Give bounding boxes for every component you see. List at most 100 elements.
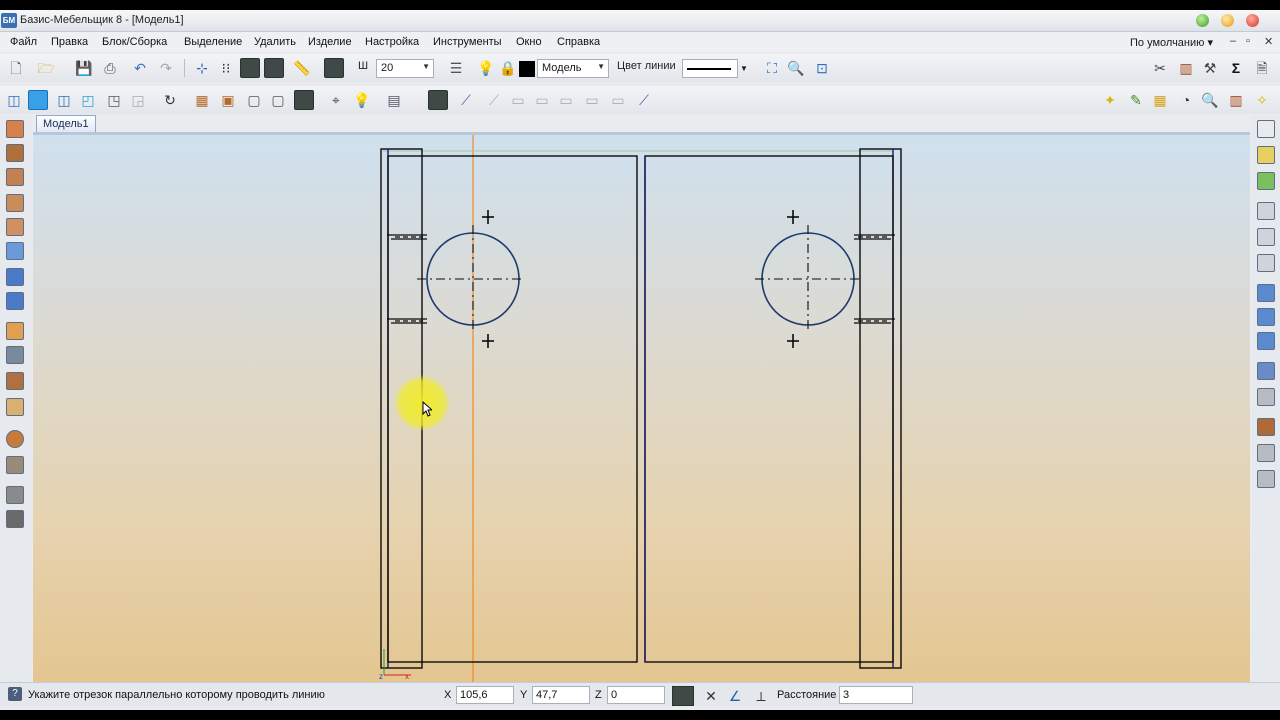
menu-selection[interactable]: Выделение xyxy=(184,36,242,48)
shaded-icon[interactable]: ▣ xyxy=(218,90,238,110)
ortho-mode-button[interactable] xyxy=(240,58,260,78)
display-mode-button[interactable] xyxy=(294,90,314,110)
save-icon[interactable]: 💾 xyxy=(74,58,94,78)
pyramid-icon[interactable] xyxy=(6,456,24,474)
help-icon[interactable]: ? xyxy=(8,687,22,701)
section-5-icon[interactable]: ▭ xyxy=(556,90,576,110)
section-button[interactable] xyxy=(428,90,448,110)
menu-tools[interactable]: Инструменты xyxy=(433,36,502,48)
panel-frontal-icon[interactable] xyxy=(6,168,24,186)
sphere-icon[interactable] xyxy=(6,430,24,448)
revolve-icon[interactable] xyxy=(6,398,24,416)
hole-drill-icon[interactable] xyxy=(1257,202,1275,220)
menu-help[interactable]: Справка xyxy=(557,36,600,48)
panel-free-icon[interactable] xyxy=(6,194,24,212)
distance-input[interactable]: 3 xyxy=(839,686,913,704)
view-front-icon[interactable]: ◫ xyxy=(4,90,24,110)
menu-block-assembly[interactable]: Блок/Сборка xyxy=(102,36,167,48)
menu-window[interactable]: Окно xyxy=(516,36,542,48)
door-icon[interactable] xyxy=(1257,418,1275,436)
menu-settings[interactable]: Настройка xyxy=(365,36,419,48)
section-2-icon[interactable]: ⟋ xyxy=(484,90,504,110)
layer-color-swatch[interactable] xyxy=(519,61,535,77)
extrude-icon[interactable] xyxy=(6,322,24,340)
zoom-fit-icon[interactable]: ⊡ xyxy=(812,58,832,78)
section-8-icon[interactable]: ⟋ xyxy=(634,90,654,110)
tangent-snap-icon[interactable]: ⟂ xyxy=(750,686,772,706)
drawing-viewport[interactable]: x z xyxy=(33,135,1250,688)
angle-snap-icon[interactable]: ∠ xyxy=(724,686,746,706)
bent-panel-icon[interactable] xyxy=(6,218,24,236)
sum-icon[interactable]: Σ xyxy=(1226,58,1246,78)
layers-icon[interactable]: ☰ xyxy=(446,58,466,78)
parallel-snap-button[interactable] xyxy=(672,686,694,706)
section-7-icon[interactable]: ▭ xyxy=(608,90,628,110)
door-3-icon[interactable] xyxy=(1257,470,1275,488)
stack-icon[interactable] xyxy=(6,510,24,528)
minimize-window-button[interactable] xyxy=(1196,14,1209,27)
cutout-icon[interactable] xyxy=(1257,362,1275,380)
edge-band-icon[interactable] xyxy=(6,372,24,390)
lightbulb-icon[interactable]: 💡 xyxy=(476,58,496,78)
line-style-arrow-icon[interactable]: ▼ xyxy=(740,64,748,73)
properties-icon[interactable] xyxy=(1257,120,1275,138)
camera-icon[interactable]: ⌖ xyxy=(326,90,346,110)
zoom-icon[interactable]: 🔍 xyxy=(1200,90,1220,110)
box-wire-icon[interactable]: ▢ xyxy=(268,90,288,110)
intersect-snap-icon[interactable]: ✕ xyxy=(700,686,722,706)
cutout-2-icon[interactable] xyxy=(1257,388,1275,406)
ruler-icon[interactable]: 📏 xyxy=(292,58,312,78)
divide-horizontal-icon[interactable] xyxy=(6,292,24,310)
cabinet-icon[interactable]: ▥ xyxy=(1176,58,1196,78)
menu-file[interactable]: Файл xyxy=(10,36,37,48)
hole-remove-icon[interactable] xyxy=(1257,254,1275,272)
rotate-view-icon[interactable]: ↻ xyxy=(160,90,180,110)
print-icon[interactable]: ⎙ xyxy=(100,58,120,78)
preset-selector[interactable]: По умолчанию ▾ xyxy=(1130,36,1213,49)
view-hidden-icon[interactable]: ◲ xyxy=(128,90,148,110)
step-combo[interactable]: 20 ▼ xyxy=(376,59,434,78)
view-wire-icon[interactable]: ◳ xyxy=(104,90,124,110)
hole-add-icon[interactable] xyxy=(1257,228,1275,246)
view-top-button[interactable] xyxy=(28,90,48,110)
undo-icon[interactable]: ↶ xyxy=(130,58,150,78)
light-icon[interactable]: 💡 xyxy=(352,90,372,110)
edit-icon[interactable]: ✎ xyxy=(1126,90,1146,110)
maximize-window-button[interactable] xyxy=(1221,14,1234,27)
box-icon[interactable]: ▢ xyxy=(244,90,264,110)
layer-combo[interactable]: Модель ▼ xyxy=(537,59,609,78)
accessory-icon[interactable] xyxy=(6,486,24,504)
tab-model1[interactable]: Модель1 xyxy=(36,115,96,133)
menu-delete[interactable]: Удалить xyxy=(254,36,296,48)
right-door-panel[interactable] xyxy=(644,155,894,663)
zoom-extents-icon[interactable]: ⛶ xyxy=(762,58,782,78)
open-folder-icon[interactable]: 🗁 xyxy=(36,58,56,78)
section-plane-icon[interactable]: ⟋ xyxy=(456,90,476,110)
mdi-minimize-button[interactable]: ‒ xyxy=(1230,35,1236,47)
groove-icon[interactable] xyxy=(1257,284,1275,302)
y-coord-input[interactable]: 47,7 xyxy=(532,686,590,704)
menu-edit[interactable]: Правка xyxy=(51,36,88,48)
drawing-canvas[interactable]: x z xyxy=(33,135,1250,688)
panel-horizontal-icon[interactable] xyxy=(6,120,24,138)
right-side-panel[interactable] xyxy=(859,148,902,669)
z-coord-input[interactable]: 0 xyxy=(607,686,665,704)
snap-axes-icon[interactable]: ⊹ xyxy=(192,58,212,78)
section-4-icon[interactable]: ▭ xyxy=(532,90,552,110)
panel-icon[interactable]: ▥ xyxy=(1226,90,1246,110)
grid-icon[interactable]: ⁝⁝ xyxy=(216,58,236,78)
profile-icon[interactable] xyxy=(6,346,24,364)
favorite-icon[interactable]: ✧ xyxy=(1252,90,1272,110)
array-icon[interactable] xyxy=(6,242,24,260)
mdi-restore-button[interactable]: ▫ xyxy=(1246,35,1250,47)
x-coord-input[interactable]: 105,6 xyxy=(456,686,514,704)
divide-vertical-icon[interactable] xyxy=(6,268,24,286)
magnet-snap-button[interactable] xyxy=(264,58,284,78)
view-iso-icon[interactable]: ◰ xyxy=(78,90,98,110)
grid-view-icon[interactable]: ▦ xyxy=(1150,90,1170,110)
line-style-combo[interactable] xyxy=(682,59,738,78)
new-file-icon[interactable]: 🗋 xyxy=(6,58,26,78)
fitting-icon[interactable]: ⚒ xyxy=(1200,58,1220,78)
measure-icon[interactable]: ◔ xyxy=(1176,90,1196,110)
view-left-icon[interactable]: ◫ xyxy=(54,90,74,110)
